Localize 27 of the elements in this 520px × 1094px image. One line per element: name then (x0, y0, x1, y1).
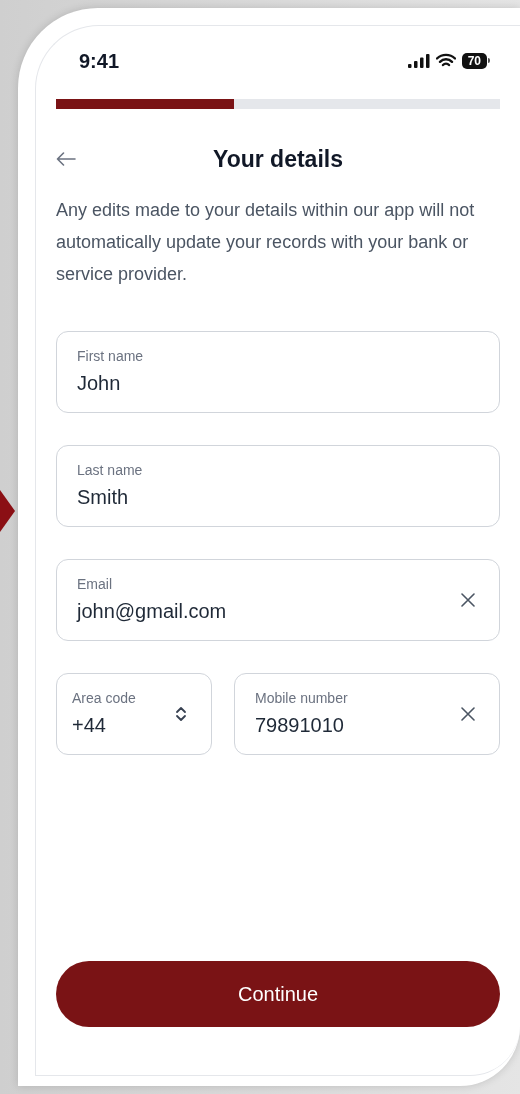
field-label: First name (77, 347, 145, 365)
field-label: Email (77, 575, 113, 593)
signal-icon (407, 53, 430, 68)
input-field[interactable]: Mobile number 79891010 (234, 673, 500, 755)
status-time: 9:41 (79, 48, 120, 74)
page-title: Your details (213, 144, 343, 174)
field-label: Area code (72, 689, 137, 707)
input-field[interactable]: Last name Smith (56, 445, 500, 527)
notice-text: Any edits made to your details within our app will not automatically update your records with your bank or service provider. (56, 199, 476, 286)
chevron-up-down-icon (175, 706, 187, 722)
input-field[interactable]: Email john@gmail.com (56, 559, 500, 641)
continue-button[interactable]: Continue (56, 961, 500, 1027)
wifi-icon (435, 53, 456, 68)
battery-indicator: 70 (461, 52, 490, 69)
field-label: Mobile number (255, 689, 349, 707)
input-field[interactable]: First name John (56, 331, 500, 413)
field-value: +44 (72, 713, 107, 738)
field-value: john@gmail.com (77, 599, 228, 624)
close-icon[interactable] (461, 593, 475, 607)
back-arrow-icon[interactable] (56, 152, 76, 166)
close-icon[interactable] (461, 707, 475, 721)
diamond-marker-icon (0, 490, 15, 532)
field-value: John (77, 371, 122, 396)
select-field[interactable]: Area code +44 (56, 673, 212, 755)
field-label: Last name (77, 461, 144, 479)
field-value: 79891010 (255, 713, 345, 738)
field-value: Smith (77, 485, 130, 510)
